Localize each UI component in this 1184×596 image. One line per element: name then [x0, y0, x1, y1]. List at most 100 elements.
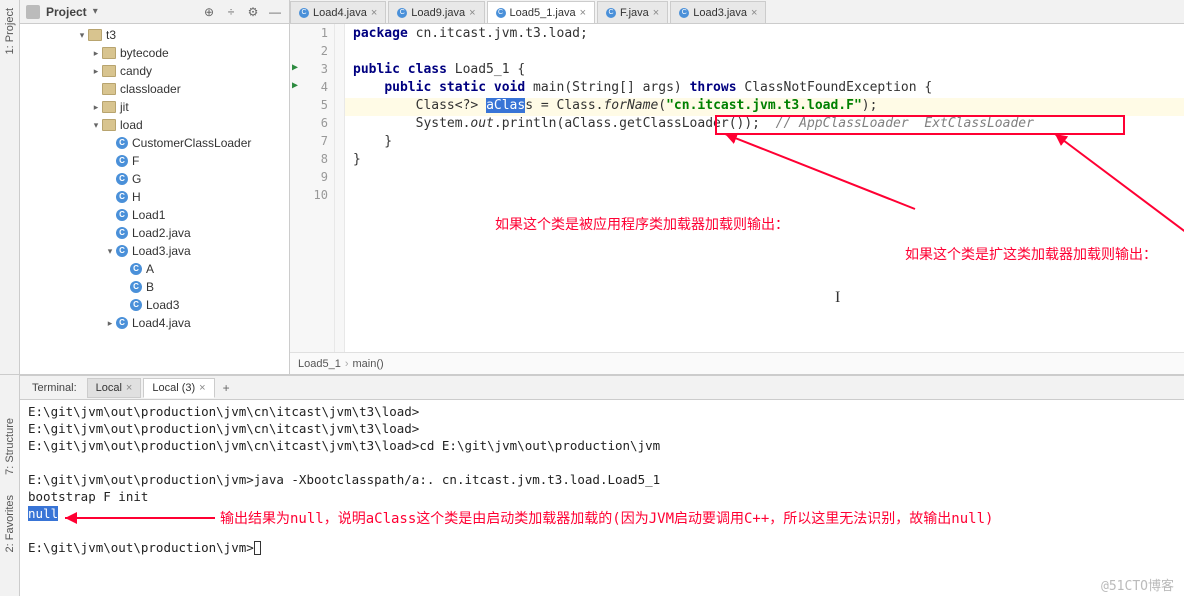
folder-icon: [102, 119, 116, 131]
tree-label: F: [132, 154, 139, 168]
tree-label: t3: [106, 28, 116, 42]
editor-tab[interactable]: CLoad3.java×: [670, 1, 766, 23]
tree-item[interactable]: CLoad2.java: [20, 224, 289, 242]
tree-item[interactable]: CG: [20, 170, 289, 188]
code-line[interactable]: [345, 44, 1184, 62]
tree-item[interactable]: classloader: [20, 80, 289, 98]
annotation-text-2: 如果这个类是扩这类加载器加载则输出：: [905, 244, 1157, 264]
code-line[interactable]: }: [345, 152, 1184, 170]
class-icon: C: [116, 191, 128, 203]
class-icon: C: [130, 299, 142, 311]
close-icon[interactable]: ×: [199, 382, 205, 394]
editor-tab[interactable]: C F.java ×: [597, 1, 668, 23]
terminal-tab-local3[interactable]: Local (3)×: [143, 378, 214, 398]
tree-item[interactable]: ▸ jit: [20, 98, 289, 116]
code-line[interactable]: Class<?> aClass = Class.forName("cn.itca…: [345, 98, 1184, 116]
class-icon: C: [606, 8, 616, 18]
tree-item[interactable]: C Load1: [20, 206, 289, 224]
code-line[interactable]: }: [345, 134, 1184, 152]
project-tree[interactable]: ▾t3▸bytecode▸candyclassloader▸jit▾loadCC…: [20, 24, 289, 374]
close-icon[interactable]: ×: [469, 7, 475, 19]
terminal-prompt[interactable]: E:\git\jvm\out\production\jvm>: [28, 540, 1176, 557]
tree-label: candy: [120, 64, 152, 78]
tree-item[interactable]: CB: [20, 278, 289, 296]
close-icon[interactable]: ×: [653, 7, 659, 19]
left-tool-strip-lower: 7: Structure 2: Favorites: [0, 375, 20, 596]
close-icon[interactable]: ×: [580, 7, 586, 19]
close-icon[interactable]: ×: [126, 382, 132, 394]
terminal-label: Terminal:: [24, 378, 85, 398]
terminal-section: 7: Structure 2: Favorites Terminal: Loca…: [0, 375, 1184, 596]
tree-item[interactable]: CLoad3: [20, 296, 289, 314]
tree-item[interactable]: CA: [20, 260, 289, 278]
code-line[interactable]: [345, 188, 1184, 206]
tree-label: Load1: [132, 208, 165, 222]
tree-item[interactable]: ▾CLoad3.java: [20, 242, 289, 260]
run-gutter-icon[interactable]: ▶: [292, 62, 298, 73]
terminal-tab-local[interactable]: Local×: [87, 378, 142, 398]
tree-item[interactable]: ▾ t3: [20, 26, 289, 44]
gear-icon[interactable]: ⚙: [245, 4, 261, 20]
breadcrumb-item[interactable]: main(): [353, 358, 384, 370]
project-panel: Project ▾ ⊕ ÷ ⚙ — ▾ t3 ▸ bytecode ▸ candy clas…: [20, 0, 290, 374]
folder-icon: [88, 29, 102, 41]
tree-label: load: [120, 118, 143, 132]
code-line[interactable]: public class Load5_1 {: [345, 62, 1184, 80]
terminal-line: E:\git\jvm\out\production\jvm\cn\itcast\…: [28, 404, 1176, 421]
run-gutter-icon[interactable]: ▶: [292, 80, 298, 91]
tree-item[interactable]: ▸ bytecode: [20, 44, 289, 62]
tree-label: jit: [120, 100, 129, 114]
class-icon: C: [130, 263, 142, 275]
terminal-tabs: Terminal: Local× Local (3)× +: [20, 376, 1184, 400]
tree-item[interactable]: ▸CLoad4.java: [20, 314, 289, 332]
collapse-icon[interactable]: ÷: [223, 4, 239, 20]
annotation-box: [715, 115, 1125, 135]
code-viewport[interactable]: 如果这个类是被应用程序类加载器加载则输出： 如果这个类是扩这类加载器加载则输出：…: [345, 24, 1184, 352]
tab-label: Load9.java: [411, 7, 465, 19]
tree-item[interactable]: ▾ load: [20, 116, 289, 134]
terminal-line: E:\git\jvm\out\production\jvm\cn\itcast\…: [28, 438, 1176, 455]
tree-item[interactable]: CF: [20, 152, 289, 170]
code-line[interactable]: public static void main(String[] args) t…: [345, 80, 1184, 98]
project-tool-label[interactable]: 1: Project: [4, 8, 16, 54]
add-terminal-button[interactable]: +: [217, 381, 236, 395]
editor-body: 12▶3▶45678910 如果这个类是被应用程序类加载器加载则输出： 如果这个…: [290, 24, 1184, 352]
code-line[interactable]: package cn.itcast.jvm.t3.load;: [345, 26, 1184, 44]
tree-item[interactable]: CCustomerClassLoader: [20, 134, 289, 152]
annotation-text-3: 输出结果为null，说明aClass这个类是由启动类加载器加载的(因为JVM启动…: [220, 508, 993, 528]
tree-item[interactable]: CH: [20, 188, 289, 206]
code-line[interactable]: [345, 170, 1184, 188]
tab-label: F.java: [620, 7, 649, 19]
tree-twisty[interactable]: ▸: [90, 48, 102, 59]
hide-icon[interactable]: —: [267, 4, 283, 20]
tree-twisty[interactable]: ▸: [104, 318, 116, 329]
class-icon: C: [116, 209, 128, 221]
tree-item[interactable]: ▸ candy: [20, 62, 289, 80]
editor-tabs: CLoad4.java×CLoad9.java×CLoad5_1.java×CF…: [290, 0, 1184, 24]
line-number: 9: [290, 170, 334, 188]
tree-twisty[interactable]: ▾: [90, 120, 102, 131]
favorites-tool-label[interactable]: 2: Favorites: [4, 495, 16, 552]
selected-text: null: [28, 506, 58, 521]
breadcrumb[interactable]: Load5_1 › main(): [290, 352, 1184, 374]
terminal-body[interactable]: @51CTO博客 E:\git\jvm\out\production\jvm\c…: [20, 400, 1184, 596]
line-number: 1: [290, 26, 334, 44]
editor-tab[interactable]: CLoad9.java×: [388, 1, 484, 23]
breadcrumb-item[interactable]: Load5_1: [298, 358, 341, 370]
crosshair-icon[interactable]: ⊕: [201, 4, 217, 20]
editor-tab[interactable]: CLoad4.java×: [290, 1, 386, 23]
terminal-line: E:\git\jvm\out\production\jvm\cn\itcast\…: [28, 421, 1176, 438]
tree-twisty[interactable]: ▾: [76, 30, 88, 41]
chevron-down-icon[interactable]: ▾: [93, 6, 98, 17]
structure-tool-label[interactable]: 7: Structure: [4, 418, 16, 475]
tree-twisty[interactable]: ▸: [90, 102, 102, 113]
project-panel-header: Project ▾ ⊕ ÷ ⚙ —: [20, 0, 289, 24]
tree-label: bytecode: [120, 46, 169, 60]
tree-label: Load4.java: [132, 316, 191, 330]
class-icon: C: [116, 173, 128, 185]
tree-twisty[interactable]: ▾: [104, 246, 116, 257]
close-icon[interactable]: ×: [371, 7, 377, 19]
close-icon[interactable]: ×: [751, 7, 757, 19]
editor-tab[interactable]: CLoad5_1.java×: [487, 1, 596, 23]
tree-twisty[interactable]: ▸: [90, 66, 102, 77]
